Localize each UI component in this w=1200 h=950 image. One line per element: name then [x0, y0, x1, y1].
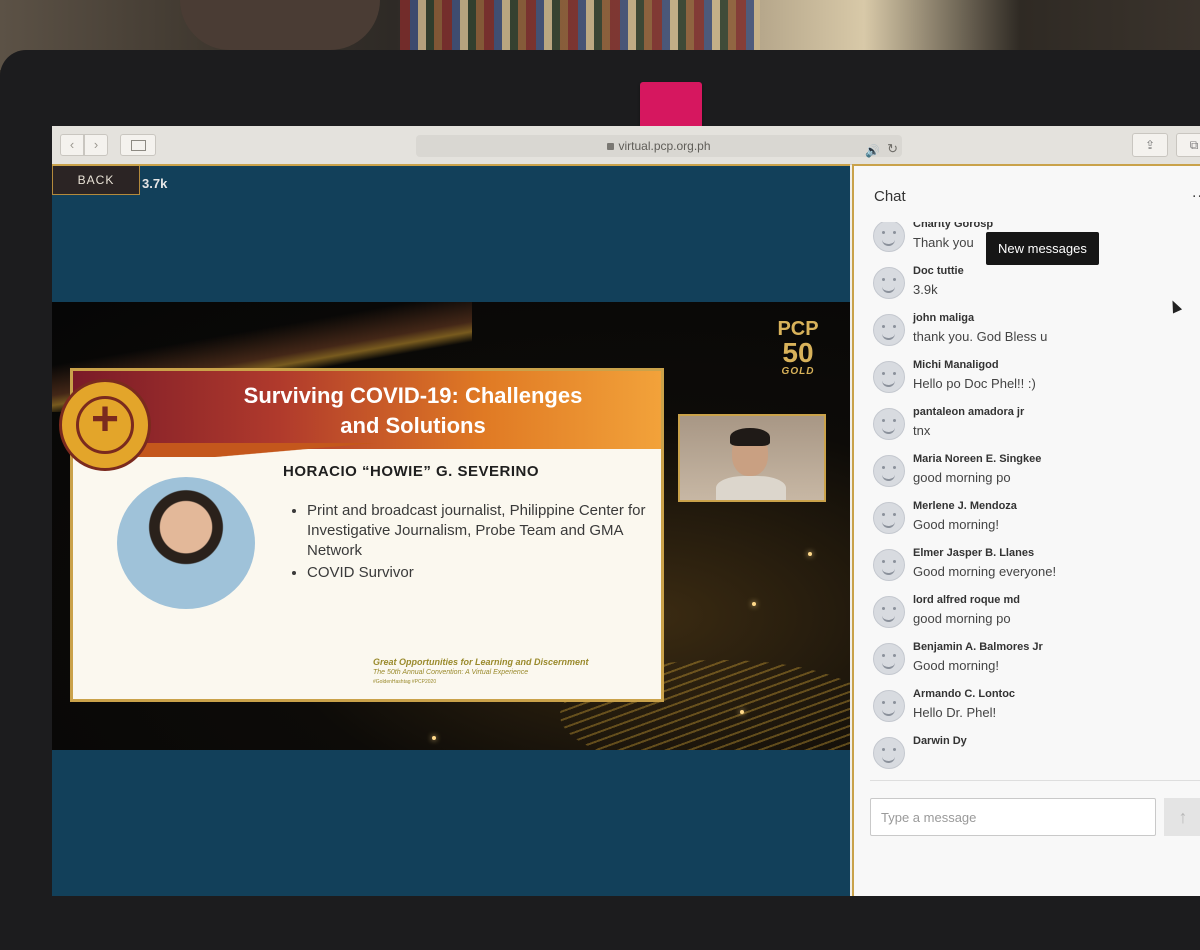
- message-author: Doc tuttie: [913, 265, 964, 277]
- chat-message: pantaleon amadora jr tnx: [854, 402, 1194, 449]
- sparkle-decoration: [752, 602, 756, 606]
- share-button[interactable]: ⇪: [1132, 133, 1168, 157]
- webcam-person-body: [716, 476, 786, 500]
- message-author: lord alfred roque md: [913, 594, 1020, 606]
- avatar-icon: [873, 737, 905, 769]
- message-text: Good morning!: [913, 517, 999, 532]
- chat-title: Chat: [874, 188, 906, 205]
- slide-footer-tagline: Great Opportunities for Learning and Dis…: [373, 657, 589, 667]
- avatar-icon: [873, 408, 905, 440]
- message-text: Hello Dr. Phel!: [913, 705, 997, 720]
- chat-divider: [870, 780, 1200, 781]
- bullet-item: Print and broadcast journalist, Philippi…: [307, 501, 647, 561]
- message-text: 3.9k: [913, 282, 938, 297]
- avatar-icon: [873, 502, 905, 534]
- chat-message: Maria Noreen E. Singkee good morning po: [854, 449, 1194, 496]
- message-text: good morning po: [913, 470, 1011, 485]
- avatar-icon: [873, 222, 905, 252]
- sidebar-icon: [131, 140, 146, 151]
- sparkle-decoration: [740, 710, 744, 714]
- chat-message: lord alfred roque md good morning po: [854, 590, 1194, 637]
- new-messages-button[interactable]: New messages: [986, 232, 1099, 265]
- message-author: Darwin Dy: [913, 735, 967, 747]
- presentation-slide: Surviving COVID-19: Challenges and Solut…: [59, 368, 664, 702]
- tabs-overview-button[interactable]: ⧉: [1176, 133, 1200, 157]
- message-author: Michi Manaligod: [913, 359, 999, 371]
- chat-message: john maliga thank you. God Bless u: [854, 308, 1194, 355]
- browser-toolbar: ‹ › virtual.pcp.org.ph 🔊 ↻ ⇪ ⧉: [52, 126, 1200, 165]
- message-text: Good morning everyone!: [913, 564, 1057, 579]
- speaker-name: HORACIO “HOWIE” G. SEVERINO: [283, 463, 540, 480]
- back-nav-button[interactable]: ‹: [60, 134, 84, 156]
- message-text: Good morning!: [913, 658, 999, 673]
- reload-icon[interactable]: ↻: [887, 138, 898, 160]
- message-text: tnx: [913, 423, 931, 438]
- avatar-icon: [873, 596, 905, 628]
- message-author: john maliga: [913, 312, 975, 324]
- avatar-icon: [873, 455, 905, 487]
- chat-panel: Chat ... Charity Gorosp Thank you Doc tu…: [852, 164, 1200, 896]
- college-seal-logo: [59, 379, 151, 471]
- message-author: Benjamin A. Balmores Jr: [913, 641, 1043, 653]
- bookshelf-background: [400, 0, 760, 56]
- slide-title: Surviving COVID-19: Challenges and Solut…: [243, 383, 583, 438]
- chat-message: Elmer Jasper B. Llanes Good morning ever…: [854, 543, 1194, 590]
- logo-text-gold: GOLD: [781, 366, 815, 377]
- slide-footer-hashtags: #GoldenHashtag #PCP2020: [373, 679, 437, 685]
- video-stage: BACK 3.7k Surviving COVID-19: Challenges…: [52, 164, 850, 896]
- avatar-icon: [873, 361, 905, 393]
- logo-text-50: 50: [782, 337, 814, 368]
- chat-message: Doc tuttie 3.9k: [854, 261, 1194, 308]
- avatar-icon: [873, 549, 905, 581]
- viewer-count: 3.7k: [142, 176, 168, 191]
- sparkle-decoration: [432, 736, 436, 740]
- speaker-bullets: Print and broadcast journalist, Philippi…: [287, 501, 647, 585]
- volume-icon[interactable]: 🔊: [865, 140, 880, 162]
- address-bar[interactable]: virtual.pcp.org.ph 🔊 ↻: [416, 135, 902, 160]
- message-author: Elmer Jasper B. Llanes: [913, 547, 1035, 559]
- speaker-webcam-feed: [678, 414, 826, 502]
- message-author: Merlene J. Mendoza: [913, 500, 1017, 512]
- slide-footer-subtitle: The 50th Annual Convention: A Virtual Ex…: [373, 669, 529, 676]
- message-author: Charity Gorosp: [913, 222, 994, 230]
- chat-message: Armando C. Lontoc Hello Dr. Phel!: [854, 684, 1194, 731]
- message-text: good morning po: [913, 611, 1011, 626]
- send-button[interactable]: ↑: [1164, 798, 1200, 836]
- message-text: Thank you: [913, 235, 974, 250]
- avatar-icon: [873, 690, 905, 722]
- avatar-icon: [873, 267, 905, 299]
- more-options-icon[interactable]: ...: [1192, 184, 1200, 202]
- message-author: Maria Noreen E. Singkee: [913, 453, 1042, 465]
- avatar-icon: [873, 643, 905, 675]
- bullet-item: COVID Survivor: [307, 563, 647, 583]
- chat-message: Benjamin A. Balmores Jr Good morning!: [854, 637, 1194, 684]
- webcam-person-hair: [730, 428, 770, 446]
- sparkle-decoration: [808, 552, 812, 556]
- forward-nav-button[interactable]: ›: [84, 134, 108, 156]
- chat-message: Michi Manaligod Hello po Doc Phel!! :): [854, 355, 1194, 402]
- back-button[interactable]: BACK: [52, 166, 140, 195]
- pcp-50-gold-logo: PCP 50 GOLD: [764, 318, 832, 394]
- chat-message: Darwin Dy: [854, 731, 1194, 778]
- message-text: thank you. God Bless u: [913, 329, 1048, 344]
- message-author: Armando C. Lontoc: [913, 688, 1016, 700]
- chat-message-input[interactable]: [870, 798, 1156, 836]
- lock-icon: [607, 143, 615, 150]
- url-text: virtual.pcp.org.ph: [618, 139, 711, 153]
- message-author: pantaleon amadora jr: [913, 406, 1025, 418]
- chat-message-list[interactable]: Charity Gorosp Thank you Doc tuttie 3.9k…: [854, 222, 1194, 778]
- person-head-background: [180, 0, 380, 50]
- chat-message: Merlene J. Mendoza Good morning!: [854, 496, 1194, 543]
- avatar-icon: [873, 314, 905, 346]
- laptop-screen: ‹ › virtual.pcp.org.ph 🔊 ↻ ⇪ ⧉ BACK 3.7k: [52, 126, 1200, 896]
- message-text: Hello po Doc Phel!! :): [913, 376, 1036, 391]
- presentation-video[interactable]: Surviving COVID-19: Challenges and Solut…: [52, 302, 850, 750]
- sidebar-toggle-button[interactable]: [120, 134, 156, 156]
- speaker-photo: [117, 477, 255, 609]
- web-page: BACK 3.7k Surviving COVID-19: Challenges…: [52, 164, 1200, 896]
